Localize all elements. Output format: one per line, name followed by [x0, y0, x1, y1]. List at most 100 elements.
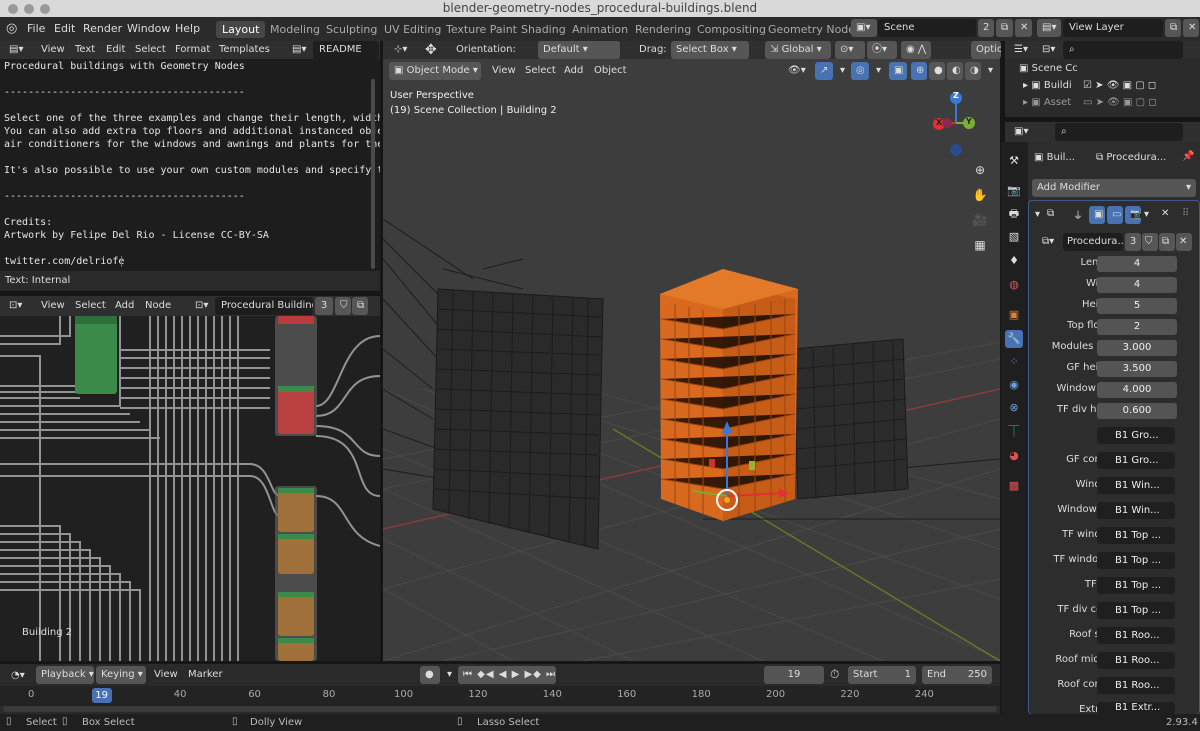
pivot-point-icon[interactable]: ⊙▾: [835, 41, 865, 59]
blender-logo-icon[interactable]: ◎: [6, 20, 17, 38]
node-tree-users-count[interactable]: 3: [315, 297, 333, 315]
menu-window[interactable]: Window: [127, 20, 170, 38]
transform-orientation-dropdown[interactable]: ⇲ Global ▾: [765, 41, 831, 59]
prop-field-gf-height[interactable]: 3.500: [1097, 361, 1177, 377]
physics-tab-icon[interactable]: ◉: [1005, 376, 1023, 394]
prop-object-roof-side[interactable]: B1 Roo...: [1097, 627, 1175, 644]
prop-object-extra-1[interactable]: B1 Extr...: [1097, 702, 1175, 714]
perspective-grid-icon[interactable]: ▦: [970, 235, 990, 255]
modifier-menu-icon[interactable]: ▾: [1144, 209, 1149, 220]
data-tab-icon[interactable]: ⏉: [1005, 423, 1023, 441]
current-frame-field[interactable]: 19: [764, 666, 824, 684]
text-menu-view[interactable]: View: [41, 44, 65, 55]
viewport-menu-object[interactable]: Object: [594, 65, 627, 76]
text-menu-format[interactable]: Format: [175, 44, 210, 55]
outliner-row-asset[interactable]: ▸ ▣ Asset: [1023, 97, 1071, 108]
node-menu-select[interactable]: Select: [75, 300, 106, 311]
viewport-menu-select[interactable]: Select: [525, 65, 556, 76]
outliner-row-controls[interactable]: ☑ ➤ 👁 ▣ ▢ ◻: [1083, 80, 1156, 91]
text-menu-templates[interactable]: Templates: [219, 44, 270, 55]
timeline-type-icon[interactable]: ◔▾: [6, 667, 32, 685]
node-menu-view[interactable]: View: [41, 300, 65, 311]
gizmo-toggle-icon[interactable]: ↗: [815, 62, 833, 80]
world-tab-icon[interactable]: ◍: [1005, 276, 1023, 294]
prop-field-modules-length[interactable]: 3.000: [1097, 340, 1177, 356]
solid-shading-icon[interactable]: ●: [929, 62, 945, 80]
timeline-menu-keying[interactable]: Keying ▾: [96, 666, 146, 684]
fake-user-shield-icon[interactable]: ⛉: [335, 297, 351, 315]
stopwatch-icon[interactable]: ⏱: [830, 667, 839, 682]
menu-help[interactable]: Help: [175, 20, 200, 38]
duplicate-node-tree-icon[interactable]: ⧉: [352, 297, 368, 315]
pan-hand-icon[interactable]: ✋: [970, 185, 990, 205]
zoom-icon[interactable]: ⊕: [970, 160, 990, 180]
node-tree-name-field[interactable]: Procedural Building: [215, 297, 313, 315]
start-frame-field[interactable]: Start 1: [848, 666, 916, 684]
output-tab-icon[interactable]: 🖶: [1005, 205, 1023, 223]
editor-type-icon[interactable]: ▤▾: [4, 41, 30, 59]
node-tree-browse-icon[interactable]: ⊡▾: [190, 297, 214, 315]
record-options-icon[interactable]: ▾: [442, 666, 452, 684]
prop-object-window-corner[interactable]: B1 Win...: [1097, 502, 1175, 519]
scene-browse-button[interactable]: ▣▾: [851, 19, 877, 37]
scene-users-count[interactable]: 2: [978, 19, 994, 37]
texture-tab-icon[interactable]: ▩: [1005, 477, 1023, 495]
edit-mode-toggle-icon[interactable]: ▣: [1089, 206, 1105, 224]
shading-options-icon[interactable]: ▾: [983, 62, 997, 80]
modifier-crumb[interactable]: ⧉ Procedura...: [1096, 152, 1166, 163]
prop-object-tf-div[interactable]: B1 Top ...: [1097, 577, 1175, 594]
camera-view-icon[interactable]: 🎥: [970, 210, 990, 230]
menu-render[interactable]: Render: [83, 20, 122, 38]
prop-object-window[interactable]: B1 Win...: [1097, 477, 1175, 494]
gizmo-options-icon[interactable]: ▾: [835, 62, 847, 80]
prop-field-lenght[interactable]: 4: [1097, 256, 1177, 272]
workspace-tab-texture-paint[interactable]: Texture Paint: [440, 21, 523, 38]
prop-object-tf-div-corner[interactable]: B1 Top ...: [1097, 602, 1175, 619]
playback-controls[interactable]: ⏮ ◆◀ ◀ ▶ ▶◆ ⏭: [458, 666, 556, 684]
node-menu-node[interactable]: Node: [145, 300, 171, 311]
prop-object-tf-window-corner[interactable]: B1 Top ...: [1097, 552, 1175, 569]
timeline-menu-marker[interactable]: Marker: [188, 669, 223, 680]
viewport-menu-view[interactable]: View: [492, 65, 516, 76]
maximize-window-icon[interactable]: [40, 4, 50, 14]
new-scene-icon[interactable]: ⧉: [996, 19, 1013, 37]
navigation-gizmo[interactable]: Z Y X: [919, 89, 989, 159]
tool-tab-icon[interactable]: ⚒: [1005, 152, 1023, 170]
proportional-editing-icon[interactable]: ◉ ⋀: [901, 41, 931, 59]
scene-tab-icon[interactable]: ♦: [1005, 252, 1023, 270]
collapse-icon[interactable]: ▾: [1035, 209, 1040, 220]
node-editor-canvas[interactable]: Building 2: [0, 316, 380, 661]
node-menu-add[interactable]: Add: [115, 300, 134, 311]
prop-field-height[interactable]: 5: [1097, 298, 1177, 314]
overlays-options-icon[interactable]: ▾: [871, 62, 883, 80]
render-toggle-icon[interactable]: 📷: [1125, 206, 1141, 224]
menu-file[interactable]: File: [27, 20, 45, 38]
remove-modifier-icon[interactable]: ✕: [1161, 208, 1169, 219]
workspace-tab-layout[interactable]: Layout: [216, 21, 266, 38]
prop-object-roof-middle[interactable]: B1 Roo...: [1097, 652, 1175, 669]
node-group-duplicate-icon[interactable]: ⧉: [1159, 233, 1175, 251]
rendered-shading-icon[interactable]: ◑: [965, 62, 981, 80]
timeline-playhead[interactable]: 19: [91, 688, 112, 703]
timeline-scrollbar[interactable]: [3, 706, 997, 712]
text-menu-edit[interactable]: Edit: [106, 44, 125, 55]
object-crumb[interactable]: ▣ Buil...: [1034, 152, 1075, 163]
node-group-name-field[interactable]: Procedura...: [1063, 233, 1123, 251]
scene-name-field[interactable]: Scene: [878, 19, 976, 37]
render-tab-icon[interactable]: 📷: [1005, 182, 1023, 200]
prop-field-window-height[interactable]: 4.000: [1097, 382, 1177, 398]
drag-handle-icon[interactable]: ⠿: [1182, 208, 1189, 219]
pin-icon[interactable]: 📌: [1182, 151, 1194, 162]
text-menu-select[interactable]: Select: [135, 44, 166, 55]
timeline-menu-playback[interactable]: Playback ▾: [36, 666, 94, 684]
material-tab-icon[interactable]: ◕: [1005, 447, 1023, 465]
text-menu-text[interactable]: Text: [75, 44, 95, 55]
prop-field-tf-div-height[interactable]: 0.600: [1097, 403, 1177, 419]
orientation-dropdown[interactable]: Default ▾: [538, 41, 620, 59]
3d-viewport[interactable]: ▣ Object Mode ▾ View Select Add Object 👁…: [383, 59, 1000, 661]
prop-field-width[interactable]: 4: [1097, 277, 1177, 293]
viewport-menu-add[interactable]: Add: [564, 65, 583, 76]
visibility-eye-icon[interactable]: 👁▾: [783, 62, 813, 80]
prop-object-tf-window[interactable]: B1 Top ...: [1097, 527, 1175, 544]
node-group-fake-user-icon[interactable]: ⛉: [1142, 233, 1158, 251]
